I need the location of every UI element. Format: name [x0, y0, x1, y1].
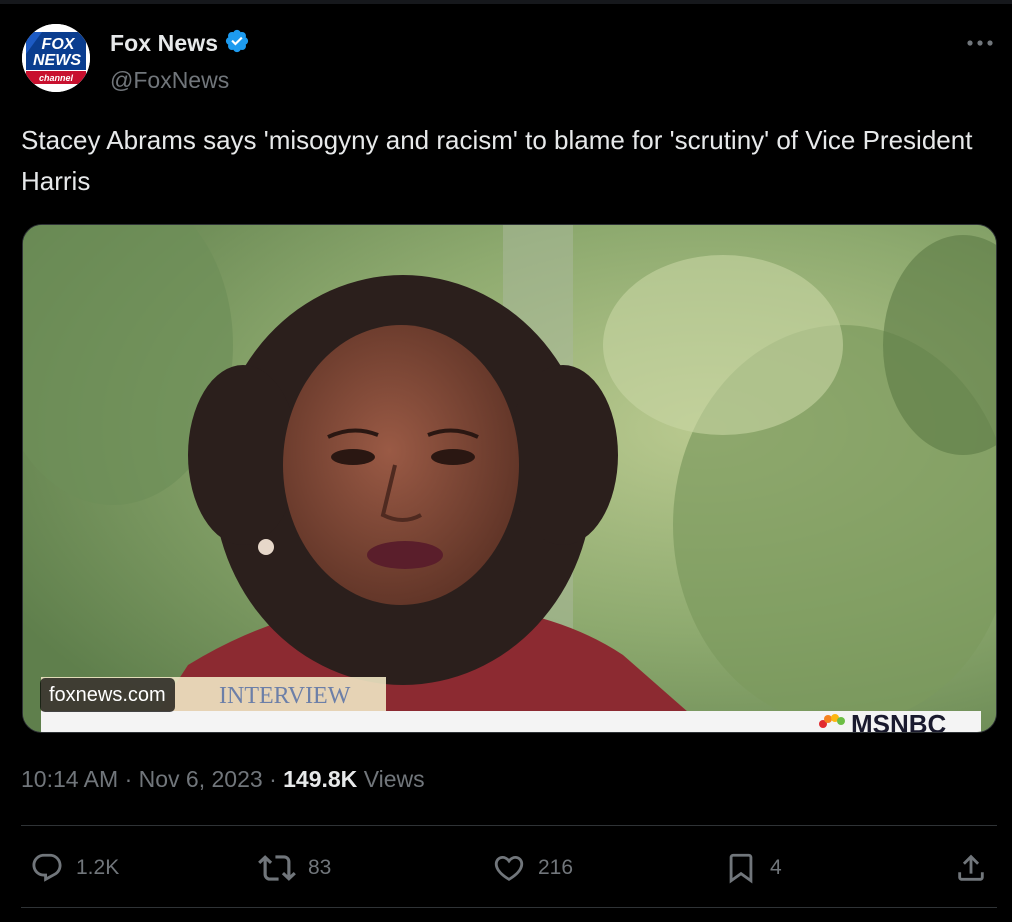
tweet-time[interactable]: 10:14 AM: [21, 766, 118, 792]
fox-news-logo: FOX NEWS channel: [22, 24, 90, 92]
repost-count: 83: [308, 856, 332, 879]
share-button[interactable]: [954, 846, 988, 890]
bookmark-count: 4: [770, 856, 782, 879]
avatar[interactable]: FOX NEWS channel: [22, 24, 90, 92]
reply-icon: [30, 851, 64, 885]
tweet-date[interactable]: Nov 6, 2023: [139, 766, 263, 792]
like-count: 216: [538, 856, 574, 879]
meta-separator: ·: [124, 766, 133, 792]
bookmark-icon: [724, 851, 758, 885]
media-source-label[interactable]: foxnews.com: [40, 678, 175, 712]
author-handle[interactable]: @FoxNews: [110, 67, 250, 94]
top-border: [0, 0, 1012, 4]
author-name-row: Fox News: [110, 28, 250, 59]
share-icon: [954, 851, 988, 885]
like-icon: [492, 851, 526, 885]
lower-third-tag: INTERVIEW: [219, 683, 351, 709]
tweet-media[interactable]: INTERVIEW MSNBC: [22, 224, 997, 733]
more-icon[interactable]: [964, 34, 996, 52]
video-still-image: INTERVIEW MSNBC: [23, 225, 996, 733]
reply-count: 1.2K: [76, 856, 120, 879]
like-button[interactable]: 216: [492, 846, 573, 890]
logo-channel-text: channel: [39, 73, 74, 83]
logo-fox-text: FOX: [42, 36, 76, 53]
verified-badge-icon[interactable]: [224, 28, 250, 59]
views-count[interactable]: 149.8K: [283, 766, 357, 792]
bookmark-button[interactable]: 4: [724, 846, 782, 890]
author-block: Fox News @FoxNews: [110, 28, 250, 94]
repost-icon: [258, 849, 296, 887]
reply-button[interactable]: 1.2K: [30, 846, 119, 890]
meta-separator: ·: [269, 766, 277, 792]
divider-top: [21, 825, 997, 826]
repost-button[interactable]: 83: [258, 846, 331, 890]
tweet-text: Stacey Abrams says 'misogyny and racism'…: [21, 125, 973, 196]
network-logo-text: MSNBC: [851, 709, 947, 733]
author-name[interactable]: Fox News: [110, 30, 218, 57]
divider-bottom: [21, 907, 997, 908]
views-label: Views: [363, 766, 425, 792]
tweet-meta: 10:14 AM · Nov 6, 2023 · 149.8K Views: [21, 766, 425, 793]
logo-news-text: NEWS: [33, 52, 81, 69]
